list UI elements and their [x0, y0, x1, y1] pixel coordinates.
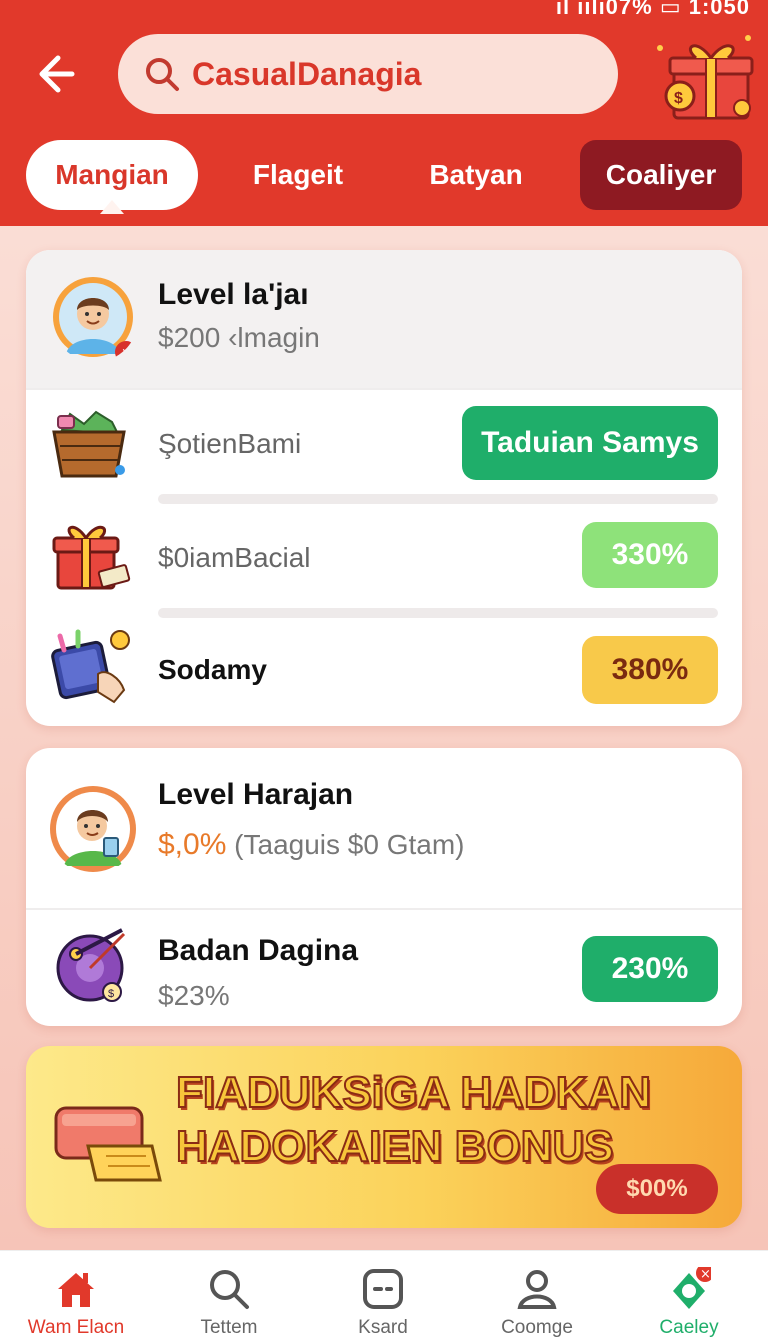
row-subtitle: $23%	[158, 980, 230, 1011]
action-button[interactable]: Taduian Samys	[462, 406, 718, 480]
svg-text:$: $	[674, 90, 683, 107]
home-icon	[58, 1273, 94, 1307]
percent-badge[interactable]: 230%	[582, 936, 718, 1002]
nav-item-chat[interactable]: Ksard	[308, 1251, 458, 1344]
level-card-2[interactable]: Level Harajan $,0% (Taaguis $0 Gtam) $ B…	[26, 748, 742, 1026]
search-icon	[146, 58, 179, 91]
nav-item-gift[interactable]: × Caeley	[614, 1251, 764, 1344]
highlight-value: $,0%	[158, 828, 227, 861]
percent-badge[interactable]: 380%	[582, 636, 718, 704]
chat-icon	[363, 1269, 403, 1309]
subtitle-rest: (Taaguis $0 Gtam)	[234, 829, 465, 860]
badge-icon: ×	[700, 1267, 711, 1282]
svg-text:$: $	[108, 988, 114, 1000]
avatar: ×	[53, 277, 137, 362]
tab-flageit[interactable]: Flageit	[222, 140, 374, 210]
money-basket-icon	[52, 410, 126, 478]
level-subtitle: $,0% (Taaguis $0 Gtam)	[158, 828, 465, 862]
row-label: Sodamy	[158, 654, 267, 685]
nav-item-search[interactable]: Tettem	[154, 1251, 304, 1344]
search-text: CasualDanagia	[192, 55, 422, 92]
divider	[26, 388, 742, 390]
tab-batyan[interactable]: Batyan	[396, 140, 556, 210]
profile-icon	[517, 1270, 557, 1309]
status-bar: ıl ıılı07% ▭ 1:050	[555, 0, 750, 19]
tab-coaliyer[interactable]: Coaliyer	[580, 140, 742, 210]
avatar	[50, 786, 136, 872]
gift-icon: ×	[673, 1267, 711, 1309]
percent-badge[interactable]: 330%	[582, 522, 718, 588]
level-card-1[interactable]: × Level la'jaı $200 ‹lmagin ŞotienBami T…	[26, 250, 742, 726]
bottom-navigation: Wam Elacn Tettem Ksard Coomge × Caeley	[0, 1250, 768, 1344]
nav-label: Tettem	[200, 1317, 258, 1338]
divider	[26, 908, 742, 910]
row-label: ŞotienBami	[158, 428, 302, 459]
nav-label: Ksard	[358, 1317, 408, 1338]
banner-title-line-1: FIADUKSiGA HADKAN	[175, 1067, 652, 1118]
tab-indicator	[100, 200, 124, 214]
search-bar[interactable]: CasualDanagia	[118, 34, 618, 114]
ticket-printer-icon	[54, 1106, 162, 1182]
nav-label: Coomge	[501, 1317, 573, 1338]
gift-box-icon[interactable]: $	[652, 28, 756, 124]
tablet-hand-icon	[51, 629, 130, 704]
nav-label: Wam Elacn	[27, 1317, 125, 1338]
level-subtitle: $200 ‹lmagin	[158, 322, 320, 353]
nav-item-profile[interactable]: Coomge	[462, 1251, 612, 1344]
back-arrow-icon[interactable]	[28, 48, 80, 100]
level-title: Level Harajan	[158, 778, 354, 811]
row-title: Badan Dagina	[158, 934, 359, 967]
level-title: Level la'jaı	[158, 278, 309, 311]
gift-icon	[52, 525, 131, 590]
bonus-badge[interactable]: $00%	[596, 1164, 718, 1214]
row-label: $0iamBacial	[158, 542, 311, 573]
bonus-banner[interactable]: FIADUKSiGA HADKAN HADOKAIEN BONUS $00%	[26, 1046, 742, 1228]
nav-item-home[interactable]: Wam Elacn	[1, 1251, 151, 1344]
search-icon	[210, 1270, 249, 1309]
progress-track	[158, 608, 718, 618]
guitar-disc-icon: $	[56, 928, 126, 1002]
progress-track	[158, 494, 718, 504]
banner-title-line-2: HADOKAIEN BONUS	[175, 1121, 615, 1172]
nav-label: Caeley	[659, 1317, 719, 1338]
